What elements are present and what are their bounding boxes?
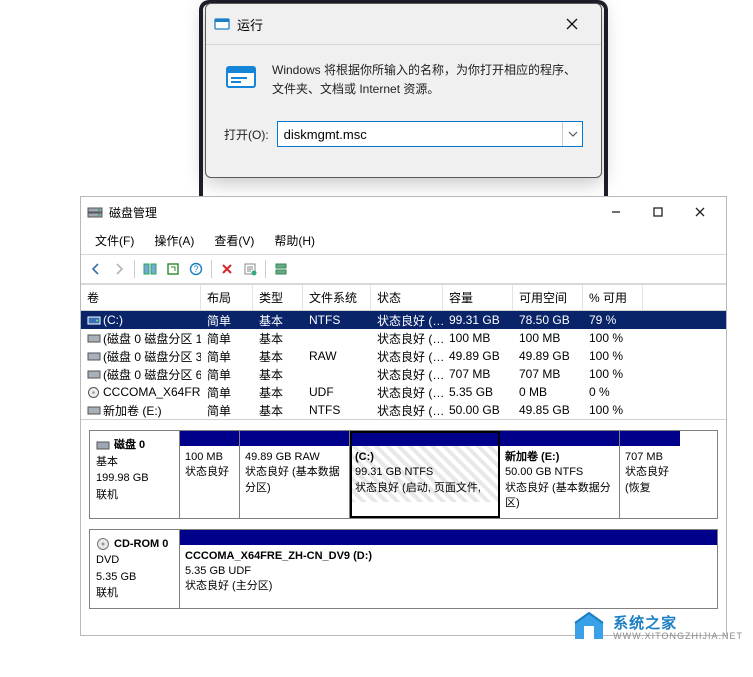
col-cap[interactable]: 容量 [443, 285, 513, 310]
dm-app-icon [87, 204, 103, 220]
disk-partition[interactable]: 707 MB状态良好 (恢复 [620, 431, 680, 518]
menu-action[interactable]: 操作(A) [146, 229, 202, 252]
volume-row[interactable]: (磁盘 0 磁盘分区 1)简单基本状态良好 (…100 MB100 MB100 … [81, 329, 726, 347]
back-icon[interactable] [85, 258, 107, 280]
svg-text:?: ? [193, 264, 198, 274]
forward-icon[interactable] [108, 258, 130, 280]
minimize-button[interactable] [596, 199, 636, 225]
run-dialog: 运行 Windows 将根据你所输入的名称，为你打开相应的程序、文件夹、文档或 … [205, 3, 602, 178]
volume-row[interactable]: 新加卷 (E:)简单基本NTFS状态良好 (…50.00 GB49.85 GB1… [81, 401, 726, 419]
open-combobox[interactable] [277, 121, 583, 147]
drive-icon [87, 404, 100, 416]
disk-management-window: 磁盘管理 文件(F) 操作(A) 查看(V) 帮助(H) ? 卷 布局 类 [80, 196, 727, 636]
disk-0-label: 磁盘 0 基本 199.98 GB 联机 [90, 431, 180, 518]
open-label: 打开(O): [224, 126, 269, 143]
run-description: Windows 将根据你所输入的名称，为你打开相应的程序、文件夹、文档或 Int… [272, 61, 583, 99]
help-icon[interactable]: ? [185, 258, 207, 280]
cdrom-0-row[interactable]: CD-ROM 0 DVD 5.35 GB 联机 CCCOMA_X64FRE_ZH… [89, 529, 718, 609]
toolbar: ? [81, 255, 726, 284]
volume-row[interactable]: (磁盘 0 磁盘分区 6)简单基本状态良好 (…707 MB707 MB100 … [81, 365, 726, 383]
chevron-down-icon[interactable] [562, 122, 582, 146]
col-volume[interactable]: 卷 [81, 285, 201, 310]
watermark-brand: 系统之家 [613, 612, 743, 633]
run-titlebar[interactable]: 运行 [206, 4, 601, 45]
disk-partition[interactable]: 新加卷 (E:)50.00 GB NTFS状态良好 (基本数据分区) [500, 431, 620, 518]
drive-icon [87, 332, 100, 344]
maximize-button[interactable] [638, 199, 678, 225]
col-status[interactable]: 状态 [371, 285, 443, 310]
dm-titlebar[interactable]: 磁盘管理 [81, 197, 726, 227]
open-input[interactable] [278, 122, 562, 146]
menu-view[interactable]: 查看(V) [206, 229, 262, 252]
disk-graphical-view: 磁盘 0 基本 199.98 GB 联机 100 MB状态良好49.89 GB … [81, 420, 726, 635]
disk-partition[interactable]: (C:)99.31 GB NTFS状态良好 (启动, 页面文件, [350, 431, 500, 518]
drive-icon [87, 314, 100, 326]
refresh-icon[interactable] [162, 258, 184, 280]
properties-icon[interactable] [239, 258, 261, 280]
disk-0-row[interactable]: 磁盘 0 基本 199.98 GB 联机 100 MB状态良好49.89 GB … [89, 430, 718, 519]
disk-partition[interactable]: 100 MB状态良好 [180, 431, 240, 518]
drive-icon [87, 368, 100, 380]
disk-partition[interactable]: 49.89 GB RAW状态良好 (基本数据分区) [240, 431, 350, 518]
run-title: 运行 [237, 15, 551, 34]
drive-icon [87, 386, 100, 398]
watermark: 系统之家 WWW.XITONGZHIJIA.NET [571, 611, 743, 641]
list-view-icon[interactable] [270, 258, 292, 280]
volume-row[interactable]: CCCOMA_X64FR…简单基本UDF状态良好 (…5.35 GB0 MB0 … [81, 383, 726, 401]
col-layout[interactable]: 布局 [201, 285, 253, 310]
watermark-url: WWW.XITONGZHIJIA.NET [613, 631, 743, 641]
menu-file[interactable]: 文件(F) [87, 229, 142, 252]
delete-icon[interactable] [216, 258, 238, 280]
volume-list-header[interactable]: 卷 布局 类型 文件系统 状态 容量 可用空间 % 可用 [81, 285, 726, 311]
run-dialog-icon [224, 61, 258, 95]
col-type[interactable]: 类型 [253, 285, 303, 310]
dm-title: 磁盘管理 [109, 204, 596, 221]
cdrom-0-label: CD-ROM 0 DVD 5.35 GB 联机 [90, 530, 180, 608]
menu-help[interactable]: 帮助(H) [266, 229, 323, 252]
panels-icon[interactable] [139, 258, 161, 280]
close-button[interactable] [551, 10, 593, 38]
volume-list: 卷 布局 类型 文件系统 状态 容量 可用空间 % 可用 (C:)简单基本NTF… [81, 285, 726, 420]
drive-icon [87, 350, 100, 362]
col-fs[interactable]: 文件系统 [303, 285, 371, 310]
menubar: 文件(F) 操作(A) 查看(V) 帮助(H) [81, 227, 726, 255]
cdrom-partition[interactable]: CCCOMA_X64FRE_ZH-CN_DV9 (D:) 5.35 GB UDF… [180, 530, 717, 608]
col-pct[interactable]: % 可用 [583, 285, 643, 310]
close-button[interactable] [680, 199, 720, 225]
run-app-icon [214, 16, 230, 32]
volume-row[interactable]: (C:)简单基本NTFS状态良好 (…99.31 GB78.50 GB79 % [81, 311, 726, 329]
volume-row[interactable]: (磁盘 0 磁盘分区 3)简单基本RAW状态良好 (…49.89 GB49.89… [81, 347, 726, 365]
col-free[interactable]: 可用空间 [513, 285, 583, 310]
